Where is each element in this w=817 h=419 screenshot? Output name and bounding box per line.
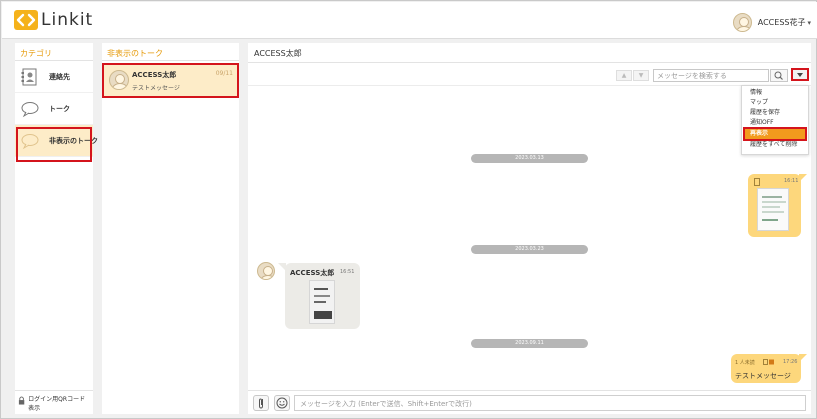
search-next-button[interactable]: ▼	[633, 70, 649, 81]
qr-login-label: ログイン用QRコード表示	[28, 396, 86, 412]
date-separator: 2023.03.13	[471, 154, 588, 163]
message-composer: メッセージを入力 (Enterで送信、Shift+Enterで改行)	[248, 390, 811, 414]
hidden-talk-icon	[20, 131, 40, 151]
linkit-logo-icon	[14, 10, 38, 30]
sender-name: ACCESS太郎	[290, 269, 335, 277]
hidden-talk-title: 非表示のトーク	[102, 43, 239, 61]
menu-item-map[interactable]: マップ	[742, 98, 808, 108]
message-time: 17:26	[783, 359, 798, 365]
incoming-image-message[interactable]: ACCESS太郎 16:51	[285, 263, 360, 329]
image-thumbnail[interactable]	[757, 188, 789, 231]
category-label: 非表示のトーク	[49, 136, 98, 145]
user-menu[interactable]: ACCESS花子 ▾	[732, 13, 811, 32]
chat-toolbar: ▲ ▼ メッセージを検索する	[248, 64, 811, 86]
emoji-button[interactable]	[274, 395, 290, 411]
outgoing-image-message[interactable]: 16:11	[748, 174, 801, 237]
menu-item-save-history[interactable]: 履歴を保存	[742, 108, 808, 118]
speech-bubble-icon	[20, 99, 40, 119]
sender-avatar	[257, 262, 275, 280]
chat-panel: ACCESS太郎 ▲ ▼ メッセージを検索する 情報 マップ 履歴を保存 通知O…	[248, 43, 811, 414]
read-status: 1 人未読	[735, 360, 755, 366]
bookmark-icon	[763, 359, 774, 365]
search-button[interactable]	[770, 69, 788, 82]
category-label: 連絡先	[49, 72, 70, 81]
search-icon	[774, 71, 783, 80]
attach-button[interactable]	[253, 395, 269, 411]
user-avatar	[732, 13, 752, 32]
qr-login-button[interactable]: ログイン用QRコード表示	[15, 390, 93, 414]
bubble-tail	[278, 263, 286, 271]
category-panel: カテゴリ 連絡先 トーク 非表示のトーク ログイン用QRコード表示	[15, 43, 98, 414]
talk-preview: テストメッセージ	[132, 85, 180, 92]
category-item-talk[interactable]: トーク	[15, 93, 93, 125]
user-name: ACCESS花子	[757, 18, 806, 27]
chat-title: ACCESS太郎	[248, 43, 811, 63]
bookmark-icon	[754, 178, 760, 186]
category-title: カテゴリ	[15, 43, 93, 61]
talk-date: 09/11	[215, 70, 233, 77]
category-item-contacts[interactable]: 連絡先	[15, 61, 93, 93]
bubble-tail	[799, 174, 807, 182]
paperclip-icon	[259, 398, 263, 409]
message-text: テストメッセージ	[735, 372, 791, 380]
talk-list-item[interactable]: ACCESS太郎 09/11 テストメッセージ	[104, 64, 237, 97]
message-search-input[interactable]: メッセージを検索する	[653, 69, 769, 82]
category-item-hidden-talk[interactable]: 非表示のトーク	[15, 125, 98, 157]
app-header: Linkit ACCESS花子 ▾	[2, 2, 817, 39]
smiley-icon	[276, 397, 288, 409]
app-logo-text: Linkit	[41, 10, 94, 30]
chevron-down-icon: ▾	[807, 18, 811, 27]
menu-item-redisplay[interactable]: 再表示	[743, 127, 807, 141]
menu-item-notify-off[interactable]: 通知OFF	[742, 118, 808, 128]
date-separator: 2023.03.23	[471, 245, 588, 254]
talk-name: ACCESS太郎	[132, 71, 177, 79]
search-prev-button[interactable]: ▲	[616, 70, 632, 81]
chat-menu-button[interactable]	[791, 68, 809, 81]
contacts-icon	[20, 67, 40, 87]
chat-options-menu: 情報 マップ 履歴を保存 通知OFF 再表示 履歴をすべて削除	[741, 85, 809, 155]
message-time: 16:11	[784, 178, 799, 184]
lock-icon	[18, 396, 25, 405]
image-thumbnail[interactable]	[309, 280, 335, 324]
outgoing-text-message[interactable]: 1 人未読 17:26 テストメッセージ	[731, 354, 801, 383]
chevron-down-icon	[797, 73, 803, 77]
app-logo[interactable]: Linkit	[14, 10, 93, 30]
category-label: トーク	[49, 104, 70, 113]
bubble-tail	[799, 354, 807, 362]
menu-item-delete-history[interactable]: 履歴をすべて削除	[742, 140, 808, 150]
app-window: Linkit ACCESS花子 ▾ カテゴリ 連絡先 トーク 非表示のトーク ロ…	[0, 0, 817, 419]
menu-item-info[interactable]: 情報	[742, 88, 808, 98]
date-separator: 2023.09.11	[471, 339, 588, 348]
message-input[interactable]: メッセージを入力 (Enterで送信、Shift+Enterで改行)	[294, 395, 806, 411]
hidden-talk-panel: 非表示のトーク ACCESS太郎 09/11 テストメッセージ	[102, 43, 239, 414]
contact-avatar	[109, 70, 129, 90]
message-time: 16:51	[340, 269, 355, 275]
